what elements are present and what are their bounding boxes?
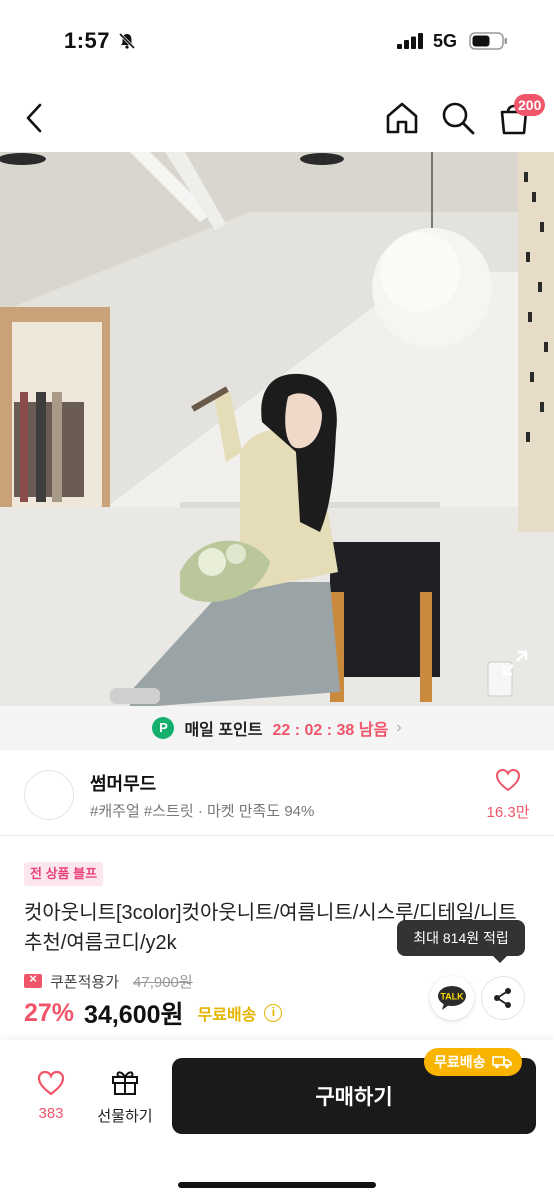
chevron-left-icon: [26, 103, 42, 133]
network-label: 5G: [433, 31, 458, 51]
seller-name[interactable]: 썸머무드: [90, 770, 156, 796]
expand-icon: [502, 650, 528, 676]
gift-button[interactable]: 선물하기: [92, 1068, 158, 1126]
share-icon: [494, 988, 511, 1008]
bottom-action-bar: 383 선물하기 구매하기 무료배송: [0, 1040, 554, 1200]
discount-rate: 27%: [24, 998, 75, 1027]
info-icon[interactable]: i: [264, 1004, 283, 1022]
free-shipping-badge: 무료배송: [424, 1048, 522, 1076]
product-photo: [0, 152, 554, 708]
back-button[interactable]: [18, 98, 50, 138]
chevron-right-icon: ›: [396, 719, 402, 736]
cart-count-badge: 200: [514, 94, 546, 116]
sale-price: 34,600원: [84, 1001, 184, 1029]
wish-button[interactable]: 383: [24, 1070, 78, 1122]
top-nav: [0, 80, 554, 152]
heart-icon: [37, 1070, 65, 1096]
home-button[interactable]: [382, 98, 422, 138]
point-icon: P: [152, 717, 175, 739]
coupon-row: 쿠폰적용가 47,900원: [24, 970, 193, 992]
product-image[interactable]: [0, 152, 554, 708]
search-button[interactable]: [438, 98, 478, 138]
price-row: 27% 34,600원 무료배송 i: [24, 996, 283, 1030]
wish-count: 383: [38, 1105, 64, 1122]
reward-tooltip: 최대 814원 적립: [397, 920, 525, 963]
search-icon: [442, 102, 475, 135]
talk-label: TALK: [440, 992, 464, 1002]
free-shipping-label: 무료배송: [197, 1007, 257, 1024]
battery-icon: [469, 32, 507, 50]
seller-avatar[interactable]: [24, 770, 74, 820]
point-label: 매일 포인트: [184, 722, 263, 739]
store-like-button[interactable]: 16.3만: [482, 768, 534, 822]
point-timer: 22 : 02 : 38 남음: [272, 722, 389, 739]
store-like-count: 16.3만: [486, 804, 530, 821]
bell-slash-icon: [118, 32, 136, 50]
heart-icon: [495, 768, 521, 792]
coupon-icon: [24, 971, 42, 988]
status-time: 1:57: [64, 28, 111, 53]
promo-badge: 전 상품 블프: [24, 862, 104, 886]
original-price: 47,900원: [133, 973, 193, 991]
seller-tags: #캐주얼 #스트릿 · 마켓 만족도 94%: [90, 803, 315, 820]
daily-point-banner[interactable]: P 매일 포인트 22 : 02 : 38 남음 ›: [0, 706, 554, 750]
gift-label: 선물하기: [97, 1108, 153, 1125]
status-bar: 1:57 5G: [0, 0, 554, 80]
seller-info[interactable]: 썸머무드 #캐주얼 #스트릿 · 마켓 만족도 94% 16.3만: [0, 750, 554, 836]
share-button[interactable]: [481, 976, 525, 1020]
home-icon: [386, 102, 418, 134]
signal-icon: [397, 33, 423, 49]
coupon-label: 쿠폰적용가: [50, 973, 120, 991]
truck-icon: [491, 1056, 512, 1069]
home-indicator: [178, 1182, 376, 1188]
expand-image-button[interactable]: [500, 648, 530, 678]
kakao-talk-button[interactable]: TALK: [430, 976, 474, 1020]
talk-bubble-icon: TALK: [438, 986, 466, 1010]
gift-icon: [112, 1071, 138, 1095]
free-shipping-badge-label: 무료배송: [434, 1054, 486, 1070]
